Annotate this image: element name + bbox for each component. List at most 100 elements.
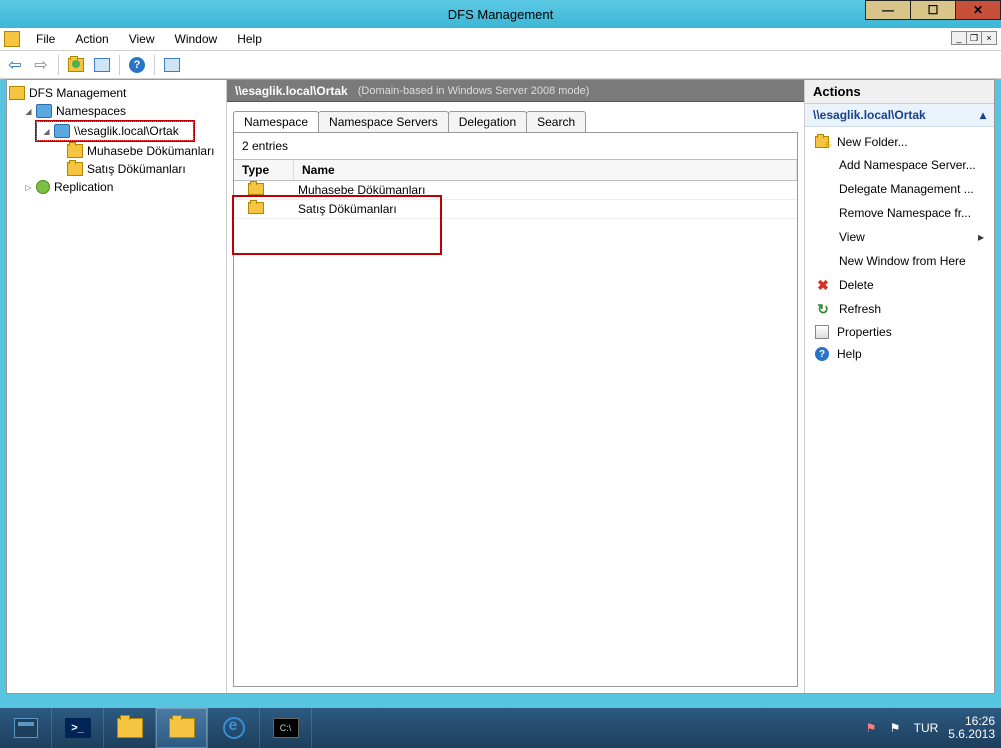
tree-namespace-path-label: \\esaglik.local\Ortak: [74, 124, 179, 138]
network-icon[interactable]: [890, 721, 904, 735]
maximize-button[interactable]: ☐: [910, 0, 956, 20]
list-row[interactable]: Satış Dökümanları: [234, 200, 797, 219]
close-button[interactable]: ✕: [955, 0, 1001, 20]
expand-toggle-icon[interactable]: [23, 106, 34, 117]
window-controls: — ☐ ✕: [866, 0, 1001, 20]
folder-icon: [169, 718, 195, 738]
taskbar: TUR 16:26 5.6.2013: [0, 708, 1001, 748]
action-delete[interactable]: Delete: [805, 273, 994, 297]
collapse-section-icon[interactable]: ▴: [980, 108, 986, 122]
blank-icon: [815, 253, 831, 269]
tree-folder-muhasebe[interactable]: Muhasebe Dökümanları: [7, 142, 226, 160]
command-prompt-icon: [273, 718, 299, 738]
console-tree-icon: [94, 58, 110, 72]
action-label: Help: [837, 347, 984, 361]
task-server-manager[interactable]: [0, 708, 52, 748]
tree-root-label: DFS Management: [29, 86, 126, 100]
action-new-window[interactable]: New Window from Here: [805, 249, 994, 273]
list-view-button[interactable]: [161, 54, 183, 76]
folder-icon: [248, 183, 264, 195]
submenu-arrow-icon: [978, 230, 984, 244]
up-folder-button[interactable]: [65, 54, 87, 76]
action-view-submenu[interactable]: View: [805, 225, 994, 249]
action-label: Refresh: [839, 302, 984, 316]
tree-namespace-path[interactable]: \\esaglik.local\Ortak: [37, 122, 193, 140]
language-indicator[interactable]: TUR: [914, 721, 939, 735]
back-button[interactable]: [4, 54, 26, 76]
folder-icon: [67, 162, 83, 176]
system-tray: TUR 16:26 5.6.2013: [866, 715, 1001, 741]
row-name-cell: Muhasebe Dökümanları: [294, 181, 797, 199]
actions-title: Actions: [805, 80, 994, 104]
tree-folder-satis[interactable]: Satış Dökümanları: [7, 160, 226, 178]
blank-icon: [815, 229, 831, 245]
action-help[interactable]: Help: [805, 343, 994, 365]
list-row[interactable]: Muhasebe Dökümanları: [234, 181, 797, 200]
replication-icon: [36, 180, 50, 194]
folder-icon: [67, 144, 83, 158]
show-hide-tree-button[interactable]: [91, 54, 113, 76]
col-name-header[interactable]: Name: [294, 160, 797, 180]
action-refresh[interactable]: Refresh: [805, 297, 994, 321]
menu-help[interactable]: Help: [227, 29, 272, 49]
actions-list: New Folder... Add Namespace Server... De…: [805, 127, 994, 369]
tree-replication-label: Replication: [54, 180, 113, 194]
tab-namespace[interactable]: Namespace: [233, 111, 319, 132]
action-remove-namespace[interactable]: Remove Namespace fr...: [805, 201, 994, 225]
toolbar-separator: [154, 55, 155, 75]
blank-icon: [815, 157, 831, 173]
minimize-button[interactable]: —: [865, 0, 911, 20]
dfs-root-icon: [9, 86, 25, 100]
blank-icon: [815, 181, 831, 197]
action-properties[interactable]: Properties: [805, 321, 994, 343]
mdi-close-button[interactable]: ×: [981, 31, 997, 45]
actions-pane: Actions \\esaglik.local\Ortak ▴ New Fold…: [804, 80, 994, 693]
mdi-restore-button[interactable]: ❐: [966, 31, 982, 45]
column-headers: Type Name: [234, 159, 797, 181]
center-subtitle: (Domain-based in Windows Server 2008 mod…: [358, 85, 590, 97]
tab-delegation[interactable]: Delegation: [448, 111, 527, 132]
center-title: \\esaglik.local\Ortak: [235, 84, 348, 98]
action-center-icon[interactable]: [866, 721, 880, 735]
toolbar-separator: [58, 55, 59, 75]
help-button[interactable]: [126, 54, 148, 76]
app-icon: [4, 31, 20, 47]
col-type-header[interactable]: Type: [234, 160, 294, 180]
tree-namespaces[interactable]: Namespaces: [7, 102, 226, 120]
toolbar: [0, 51, 1001, 79]
actions-section-label: \\esaglik.local\Ortak: [813, 108, 926, 122]
titlebar: DFS Management — ☐ ✕: [0, 0, 1001, 28]
window-title: DFS Management: [448, 7, 554, 22]
expand-toggle-icon[interactable]: [23, 182, 34, 193]
action-delegate-management[interactable]: Delegate Management ...: [805, 177, 994, 201]
entries-count: 2 entries: [234, 137, 797, 159]
tab-namespace-servers[interactable]: Namespace Servers: [318, 111, 449, 132]
new-folder-icon: [815, 136, 829, 148]
mdi-minimize-button[interactable]: _: [951, 31, 967, 45]
task-internet-explorer[interactable]: [208, 708, 260, 748]
menu-window[interactable]: Window: [165, 29, 228, 49]
task-explorer[interactable]: [104, 708, 156, 748]
clock[interactable]: 16:26 5.6.2013: [948, 715, 995, 741]
row-type-cell: [234, 202, 294, 217]
action-label: Properties: [837, 325, 984, 339]
tree-root[interactable]: DFS Management: [7, 84, 226, 102]
action-new-folder[interactable]: New Folder...: [805, 131, 994, 153]
action-add-namespace-server[interactable]: Add Namespace Server...: [805, 153, 994, 177]
folder-icon: [248, 202, 264, 214]
expand-toggle-icon[interactable]: [41, 126, 52, 137]
task-powershell[interactable]: [52, 708, 104, 748]
tree-replication[interactable]: Replication: [7, 178, 226, 196]
task-dfs-management[interactable]: [156, 708, 208, 748]
tab-search[interactable]: Search: [526, 111, 586, 132]
menu-view[interactable]: View: [119, 29, 165, 49]
menu-action[interactable]: Action: [65, 29, 118, 49]
delete-icon: [815, 277, 831, 293]
actions-section: \\esaglik.local\Ortak ▴: [805, 104, 994, 127]
forward-button[interactable]: [30, 54, 52, 76]
menu-file[interactable]: File: [26, 29, 65, 49]
tab-strip: Namespace Namespace Servers Delegation S…: [227, 102, 804, 132]
tree-folder-label: Satış Dökümanları: [87, 162, 186, 176]
task-command-prompt[interactable]: [260, 708, 312, 748]
center-header: \\esaglik.local\Ortak (Domain-based in W…: [227, 80, 804, 102]
